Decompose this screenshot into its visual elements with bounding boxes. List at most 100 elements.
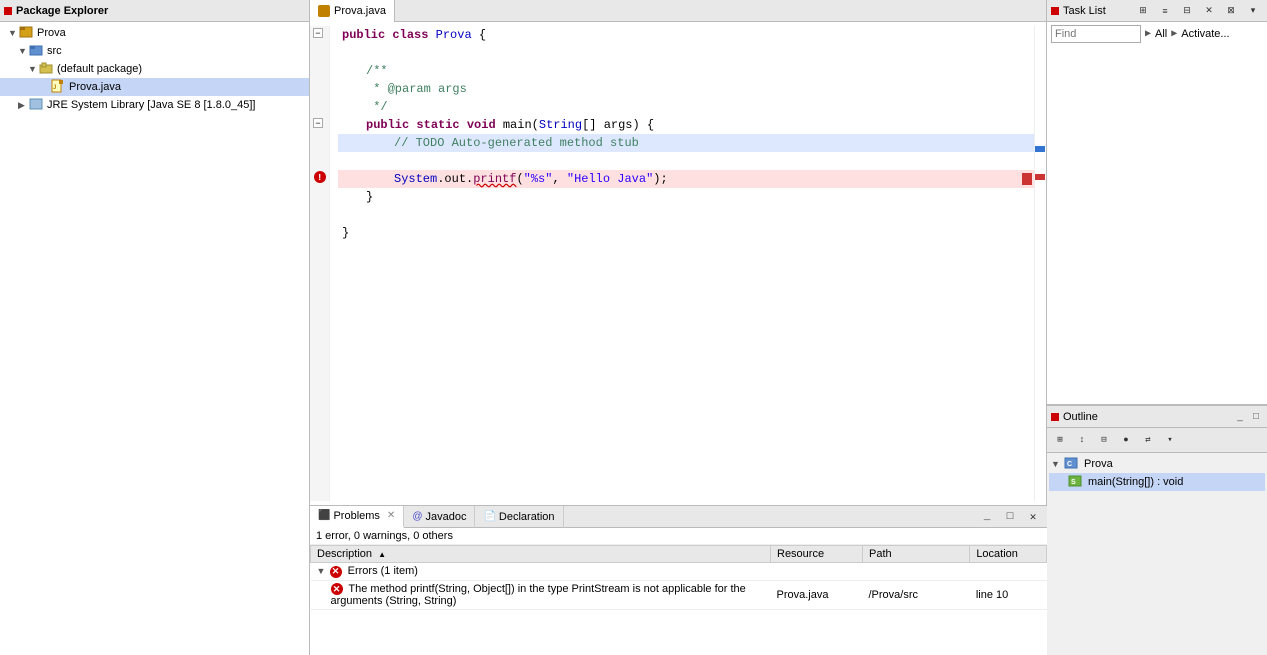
code-line-3: /** bbox=[338, 62, 1034, 80]
task-list-btn3[interactable]: ⊟ bbox=[1177, 1, 1197, 21]
javadoc-tab-icon: @ bbox=[412, 511, 422, 522]
package-icon bbox=[38, 61, 54, 77]
code-lines[interactable]: public class Prova { /** * @param args bbox=[330, 26, 1034, 501]
bottom-panel-toolbar: _ □ ✕ bbox=[973, 507, 1047, 527]
col-header-path[interactable]: Path bbox=[862, 546, 969, 563]
find-bar: ▶ All ▶ Activate... bbox=[1047, 22, 1267, 46]
tab-problems-close[interactable]: ✕ bbox=[387, 510, 395, 521]
col-header-location[interactable]: Location bbox=[970, 546, 1047, 563]
code-line-6: public static void main(String[] args) { bbox=[338, 116, 1034, 134]
error-group-row[interactable]: ▼ ✕ Errors (1 item) bbox=[311, 563, 1047, 581]
outline-sort-btn[interactable]: ⊞ bbox=[1050, 430, 1070, 450]
collapse-method-marker[interactable]: − bbox=[313, 116, 325, 130]
outline-item-prova[interactable]: ▼ C Prova bbox=[1049, 455, 1265, 473]
col-header-resource[interactable]: Resource bbox=[771, 546, 863, 563]
outline-maximize[interactable]: □ bbox=[1249, 410, 1263, 424]
tree-item-src-label: src bbox=[47, 45, 62, 57]
error-description: The method printf(String, Object[]) in t… bbox=[331, 583, 746, 608]
find-input[interactable] bbox=[1051, 25, 1141, 43]
task-list-btn4[interactable]: ✕ bbox=[1199, 1, 1219, 21]
maximize-bottom-btn[interactable]: □ bbox=[1000, 507, 1020, 527]
package-explorer-panel: Package Explorer ▼ Prova ▼ bbox=[0, 0, 310, 655]
tab-problems-label: Problems bbox=[333, 510, 379, 522]
code-line-blank1 bbox=[338, 44, 1034, 62]
all-label[interactable]: All bbox=[1155, 28, 1167, 40]
code-line-blank3 bbox=[338, 206, 1034, 224]
close-bottom-btn[interactable]: ✕ bbox=[1023, 507, 1043, 527]
svg-text:!: ! bbox=[317, 173, 322, 183]
problems-table: Description ▲ Resource Path Location bbox=[310, 545, 1047, 610]
minimize-bottom-btn[interactable]: _ bbox=[977, 507, 997, 527]
error-bookmark: ! bbox=[313, 170, 327, 188]
editor-tab-prova[interactable]: Prova.java bbox=[310, 0, 395, 22]
task-list-header: Task List ⊞ ≡ ⊟ ✕ ⊠ ▾ bbox=[1047, 0, 1267, 22]
outline-expand-prova[interactable]: ▼ bbox=[1051, 459, 1061, 469]
task-list-btn5[interactable]: ⊠ bbox=[1221, 1, 1241, 21]
outline-filter-btn[interactable]: ⊟ bbox=[1094, 430, 1114, 450]
outline-main-icon: S bbox=[1068, 474, 1082, 491]
expand-pkg-arrow[interactable]: ▼ bbox=[28, 64, 38, 74]
arrow2-icon: ▶ bbox=[1171, 28, 1177, 40]
code-line-1: public class Prova { bbox=[338, 26, 1034, 44]
outline-content: ▼ C Prova S bbox=[1047, 453, 1267, 655]
tab-declaration[interactable]: 📄 Declaration bbox=[475, 506, 563, 528]
expand-src-arrow[interactable]: ▼ bbox=[18, 46, 28, 56]
code-line-5: */ bbox=[338, 98, 1034, 116]
tree-item-prova-java-label: Prova.java bbox=[69, 81, 121, 93]
task-list-panel: Task List ⊞ ≡ ⊟ ✕ ⊠ ▾ ▶ All ▶ Activate..… bbox=[1047, 0, 1267, 405]
outline-more-btn[interactable]: ▾ bbox=[1160, 430, 1180, 450]
code-line-blank2 bbox=[338, 152, 1034, 170]
outline-toolbar: ⊞ ↕ ⊟ ● ⇄ ▾ bbox=[1047, 428, 1267, 453]
code-line-9: System.out.printf("%s", "Hello Java"); bbox=[338, 170, 1034, 188]
tree-item-prova[interactable]: ▼ Prova bbox=[0, 24, 309, 42]
code-line-10: } bbox=[338, 188, 1034, 206]
editor-gutter: − ! − bbox=[310, 26, 330, 501]
package-explorer-title: Package Explorer bbox=[16, 5, 108, 17]
outline-minimize[interactable]: _ bbox=[1233, 410, 1247, 424]
bottom-content: 1 error, 0 warnings, 0 others Descriptio… bbox=[310, 528, 1047, 655]
arrow-icon: ▶ bbox=[1145, 28, 1151, 40]
outline-sync-btn[interactable]: ⇄ bbox=[1138, 430, 1158, 450]
right-panel: Task List ⊞ ≡ ⊟ ✕ ⊠ ▾ ▶ All ▶ Activate..… bbox=[1047, 0, 1267, 655]
task-list-btn6[interactable]: ▾ bbox=[1243, 1, 1263, 21]
tree-item-jre-label: JRE System Library [Java SE 8 [1.8.0_45]… bbox=[47, 99, 255, 111]
tree-item-prova-java[interactable]: ▶ J Prova.java bbox=[0, 78, 309, 96]
tab-problems[interactable]: ⬛ Problems ✕ bbox=[310, 506, 404, 528]
expand-prova-arrow[interactable]: ▼ bbox=[8, 28, 18, 38]
tree-item-src[interactable]: ▼ src bbox=[0, 42, 309, 60]
editor-tab-bar: Prova.java bbox=[310, 0, 1046, 22]
col-header-description[interactable]: Description ▲ bbox=[311, 546, 771, 563]
outline-sort2-btn[interactable]: ↕ bbox=[1072, 430, 1092, 450]
error-group-label: Errors (1 item) bbox=[348, 565, 418, 577]
outline-prova-label: Prova bbox=[1084, 458, 1113, 470]
error-path-cell: /Prova/src bbox=[862, 580, 969, 610]
editor-tab-label: Prova.java bbox=[334, 5, 386, 17]
code-line-7: // TODO Auto-generated method stub bbox=[338, 134, 1034, 152]
error-item-icon: ✕ bbox=[331, 583, 343, 595]
tab-javadoc[interactable]: @ Javadoc bbox=[404, 506, 475, 528]
error-description-cell: ✕ The method printf(String, Object[]) in… bbox=[311, 580, 771, 610]
outline-prova-icon: C bbox=[1064, 456, 1078, 473]
outline-hidefields-btn[interactable]: ● bbox=[1116, 430, 1136, 450]
error-summary: 1 error, 0 warnings, 0 others bbox=[310, 528, 1047, 545]
outline-icon bbox=[1051, 413, 1059, 421]
error-group-expand[interactable]: ▼ bbox=[317, 566, 327, 576]
outline-header: Outline _ □ bbox=[1047, 406, 1267, 428]
tree-item-jre[interactable]: ▶ JRE System Library [Java SE 8 [1.8.0_4… bbox=[0, 96, 309, 114]
error-item-row[interactable]: ✕ The method printf(String, Object[]) in… bbox=[311, 580, 1047, 610]
expand-jre-arrow[interactable]: ▶ bbox=[18, 100, 28, 111]
task-list-btn2[interactable]: ≡ bbox=[1155, 1, 1175, 21]
tree-item-prova-label: Prova bbox=[37, 27, 66, 39]
package-explorer-icon bbox=[4, 7, 12, 15]
jre-icon bbox=[28, 97, 44, 113]
collapse-class-marker[interactable]: − bbox=[313, 26, 325, 40]
svg-text:S: S bbox=[1071, 479, 1076, 486]
activate-label[interactable]: Activate... bbox=[1181, 28, 1229, 40]
tree-item-default-package[interactable]: ▼ (default package) bbox=[0, 60, 309, 78]
svg-text:C: C bbox=[1067, 461, 1072, 468]
outline-item-main[interactable]: S main(String[]) : void bbox=[1049, 473, 1265, 491]
editor-content[interactable]: − ! − bbox=[310, 22, 1046, 505]
outline-main-label: main(String[]) : void bbox=[1088, 476, 1183, 488]
task-list-btn1[interactable]: ⊞ bbox=[1133, 1, 1153, 21]
editor-panel: Prova.java − ! bbox=[310, 0, 1047, 505]
